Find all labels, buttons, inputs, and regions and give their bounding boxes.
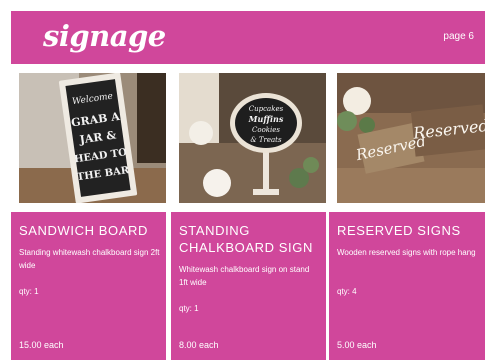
product-card-sandwich-board[interactable]: SANDWICH BOARD Standing whitewash chalkb… [11,212,166,360]
logo: signage [43,19,166,53]
product-price: 5.00 each [337,340,377,350]
product-description: Whitewash chalkboard sign on stand 1ft w… [179,265,310,287]
product-card-reserved-signs[interactable]: RESERVED SIGNS Wooden reserved signs wit… [329,212,485,360]
product-price: 8.00 each [179,340,219,350]
sandwich-board-photo: Welcome GRAB A JAR & HEAD TO THE BAR [19,73,166,203]
product-quantity: qty: 1 [19,287,39,296]
product-quantity: qty: 1 [179,304,199,313]
product-title: SANDWICH BOARD [19,223,149,238]
product-title: STANDING CHALKBOARD SIGN [179,223,313,255]
reserved-signs-illustration: Reserved Reserved [337,73,485,203]
reserved-signs-photo: Reserved Reserved [337,73,485,203]
product-quantity: qty: 4 [337,287,357,296]
standing-chalkboard-illustration: Cupcakes Muffins Cookies & Treats [179,73,326,203]
product-description: Standing whitewash chalkboard sign 2ft w… [19,248,160,270]
standing-chalkboard-photo: Cupcakes Muffins Cookies & Treats [179,73,326,203]
header-bar: signage page 6 [11,11,485,64]
product-title: RESERVED SIGNS [337,223,461,238]
product-description: Wooden reserved signs with rope hang [337,248,476,257]
svg-text:Muffins: Muffins [248,114,284,124]
svg-text:Cupcakes: Cupcakes [249,105,284,113]
sandwich-board-illustration: Welcome GRAB A JAR & HEAD TO THE BAR [19,73,166,203]
product-card-standing-chalkboard[interactable]: STANDING CHALKBOARD SIGN Whitewash chalk… [171,212,326,360]
page-number: page 6 [443,31,474,42]
svg-text:Cookies: Cookies [252,126,280,134]
svg-text:& Treats: & Treats [250,136,282,144]
product-price: 15.00 each [19,340,64,350]
